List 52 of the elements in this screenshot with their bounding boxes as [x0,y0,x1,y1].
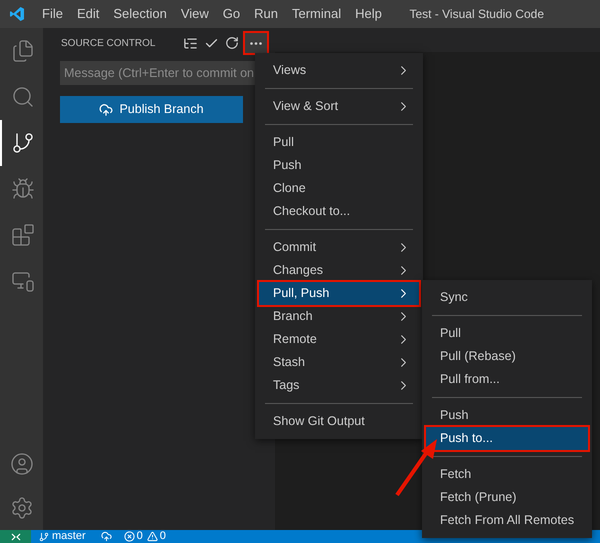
menu-item[interactable]: Clone [259,177,419,200]
menu-item[interactable]: Views [259,59,419,82]
menu-item[interactable]: Stash [259,351,419,374]
menu-bar-item[interactable]: View [174,4,216,24]
tree-view-icon[interactable] [183,36,198,50]
menu-item[interactable]: Pull, Push [259,282,419,305]
panel-title: SOURCE CONTROL [61,36,156,50]
menu-item[interactable]: Tags [259,374,419,397]
search-icon [10,85,34,109]
debug-icon [10,177,34,201]
menu-item[interactable]: Fetch [426,463,588,486]
account-icon[interactable] [10,452,34,476]
menu-bar-item[interactable]: Edit [70,4,106,24]
extensions-icon [10,223,34,247]
menu-item[interactable]: Branch [259,305,419,328]
menu-bar-item[interactable]: Run [247,4,285,24]
menu-item[interactable]: Show Git Output [259,410,419,433]
settings-icon[interactable] [10,496,34,520]
source-control-icon [10,131,34,155]
problems-indicator[interactable]: 0 0 [124,528,166,543]
menu-item[interactable]: Pull [426,322,588,345]
logo-icon [9,6,25,22]
commit-message-field[interactable]: Message (Ctrl+Enter to commit on [60,61,258,85]
more-icon [250,42,262,44]
menu-item[interactable]: Push [426,404,588,427]
window-title: Test - Visual Studio Code [409,6,544,23]
menu-item[interactable]: Push to... [426,427,588,450]
branch-indicator[interactable]: master [39,528,86,543]
files-icon [10,39,34,63]
menu-bar-item[interactable]: Help [348,4,389,24]
menu-bar-item[interactable]: File [35,4,70,24]
menu-item[interactable]: Remote [259,328,419,351]
menu-bar-item[interactable]: Go [216,4,248,24]
menu-item[interactable]: Pull [259,131,419,154]
menu-item[interactable]: Fetch (Prune) [426,486,588,509]
publish-branch-button[interactable]: Publish Branch [60,96,243,123]
menu-item[interactable]: Sync [426,286,588,309]
menu-bar-item[interactable]: Selection [106,4,174,24]
cloud-upload-icon[interactable] [100,531,112,542]
remote-icon[interactable] [10,532,20,540]
menu-item[interactable]: Pull from... [426,368,588,391]
menu-item[interactable]: View & Sort [259,95,419,118]
menu-item[interactable]: Fetch From All Remotes [426,509,588,532]
menu-bar-item[interactable]: Terminal [285,4,348,24]
more-actions-button[interactable] [245,33,267,53]
menu-item[interactable]: Push [259,154,419,177]
menu-item[interactable]: Changes [259,259,419,282]
menu-item[interactable]: Commit [259,236,419,259]
cloud-upload-icon [99,102,114,116]
menu-item[interactable]: Checkout to... [259,200,419,223]
menu-item[interactable]: Pull (Rebase) [426,345,588,368]
refresh-icon[interactable] [225,36,239,50]
